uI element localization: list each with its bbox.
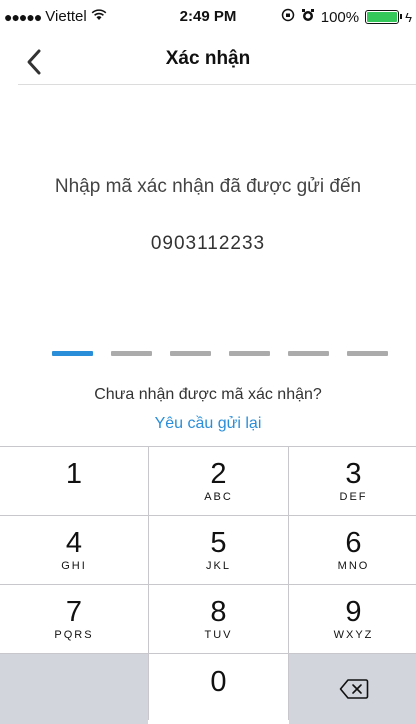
key-1[interactable]: 1 xyxy=(0,447,148,515)
key-digit: 5 xyxy=(210,526,227,559)
key-digit: 9 xyxy=(345,595,362,628)
key-2[interactable]: 2 ABC xyxy=(149,447,288,515)
key-digit: 2 xyxy=(210,457,227,490)
code-slot-4[interactable] xyxy=(229,351,270,356)
alarm-icon xyxy=(301,8,315,26)
code-slot-3[interactable] xyxy=(170,351,211,356)
key-digit: 6 xyxy=(345,526,362,559)
key-7[interactable]: 7 PQRS xyxy=(0,585,148,653)
page-title: Xác nhận xyxy=(165,48,251,69)
battery-fill xyxy=(367,12,398,22)
key-digit: 0 xyxy=(210,665,227,698)
battery-nub xyxy=(400,14,403,19)
key-letters: PQRS xyxy=(54,628,94,641)
key-4[interactable]: 4 GHI xyxy=(0,516,148,584)
key-5[interactable]: 5 JKL xyxy=(149,516,288,584)
verification-prompt: Nhập mã xác nhận đã được gửi đến xyxy=(54,176,362,197)
nav-divider xyxy=(18,84,416,85)
code-input[interactable] xyxy=(52,351,388,356)
status-bar: ●●●●● Viettel 2:49 PM 100% ϟ xyxy=(0,0,416,40)
key-digit: 7 xyxy=(65,595,83,628)
key-letters: DEF xyxy=(339,490,368,503)
key-digit: 8 xyxy=(210,595,227,628)
battery-percent: 100% xyxy=(320,8,360,26)
code-slot-1[interactable] xyxy=(52,351,93,356)
nav-bar: Xác nhận xyxy=(0,40,416,84)
key-letters: WXYZ xyxy=(333,628,374,641)
key-3[interactable]: 3 DEF xyxy=(289,447,416,515)
key-digit: 3 xyxy=(345,457,362,490)
code-slot-2[interactable] xyxy=(111,351,152,356)
numeric-keypad: 1 2 ABC 3 DEF 4 GHI 5 JKL 6 MNO 7 PQRS 8 TUV 9W… xyxy=(0,446,416,724)
code-slot-6[interactable] xyxy=(347,351,388,356)
key-blank xyxy=(0,654,148,724)
backspace-icon xyxy=(339,679,368,699)
key-0[interactable]: 0 xyxy=(149,654,288,724)
battery-icon xyxy=(365,10,403,24)
key-letters: TUV xyxy=(204,628,233,641)
key-letters: ABC xyxy=(204,490,233,503)
rotation-lock-icon xyxy=(281,8,295,26)
resend-container: Yêu cầu gửi lại xyxy=(0,415,416,433)
key-8[interactable]: 8 TUV xyxy=(149,585,288,653)
resend-link[interactable]: Yêu cầu gửi lại xyxy=(155,415,262,432)
key-letters: MNO xyxy=(337,559,370,572)
not-received-text: Chưa nhận được mã xác nhận? xyxy=(94,386,322,403)
status-right: 100% ϟ xyxy=(281,8,412,26)
key-digit: 1 xyxy=(65,457,83,490)
key-9[interactable]: 9 WXYZ xyxy=(289,585,416,653)
code-slot-5[interactable] xyxy=(288,351,329,356)
back-button[interactable] xyxy=(22,44,46,80)
key-digit: 4 xyxy=(65,526,83,559)
chevron-left-icon xyxy=(27,49,41,75)
key-letters: JKL xyxy=(206,559,231,572)
key-letters: GHI xyxy=(61,559,87,572)
delete-key[interactable] xyxy=(289,654,416,724)
key-6[interactable]: 6 MNO xyxy=(289,516,416,584)
charging-icon: ϟ xyxy=(405,9,412,25)
phone-number: 0903112233 xyxy=(150,233,266,254)
